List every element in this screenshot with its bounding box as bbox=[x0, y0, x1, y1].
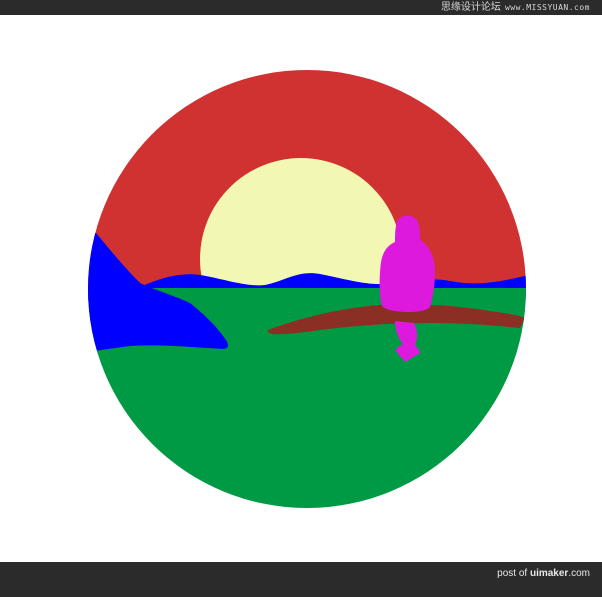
image-frame: 思缘设计论坛 www.MISSYUAN.com post of uimaker.c… bbox=[0, 0, 602, 597]
credit-brand: uimaker bbox=[529, 568, 569, 579]
credit-text: post of uimaker.com bbox=[497, 567, 590, 580]
credit-suffix: .com bbox=[568, 568, 590, 579]
credit-prefix: post of bbox=[497, 568, 528, 579]
bottom-credit-bar: post of uimaker.com bbox=[0, 562, 602, 597]
sunset-illustration bbox=[88, 70, 526, 508]
